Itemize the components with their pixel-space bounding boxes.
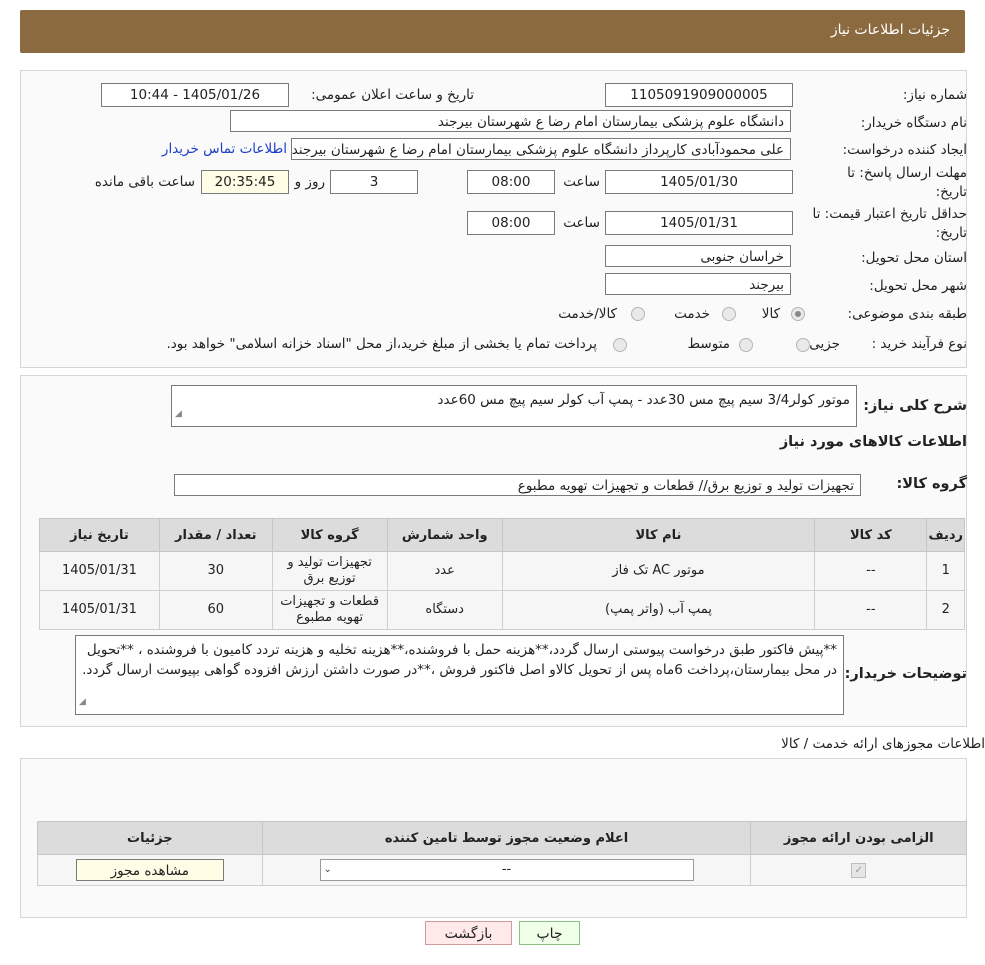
deadline-label-date: تاریخ: bbox=[935, 184, 967, 200]
licenses-table-header: الزامی بودن ارائه مجوز اعلام وضعیت مجوز … bbox=[37, 821, 967, 855]
col-license-required-header: الزامی بودن ارائه مجوز bbox=[750, 821, 967, 855]
category-radio-service[interactable] bbox=[722, 307, 736, 321]
validity-date-field: 1405/01/31 bbox=[605, 211, 793, 235]
summary-label: شرح کلی نیاز: bbox=[863, 398, 967, 414]
category-option-goods: کالا bbox=[761, 306, 780, 322]
goods-code: -- bbox=[814, 551, 928, 591]
need-number-label: شماره نیاز: bbox=[902, 87, 967, 103]
license-status-cell: -- ⌄ bbox=[261, 854, 752, 886]
remaining-time-label: ساعت باقی مانده bbox=[94, 174, 195, 190]
chevron-down-icon: ⌄ bbox=[323, 864, 332, 875]
goods-table-header: ردیف کد کالا نام کالا واحد شمارش گروه کا… bbox=[39, 518, 965, 552]
requester-field: علی محمودآبادی کارپرداز دانشگاه علوم پزش… bbox=[291, 138, 791, 160]
row-index: 2 bbox=[926, 590, 965, 630]
days-remaining-field: 3 bbox=[330, 170, 418, 194]
category-radio-goods-service[interactable] bbox=[631, 307, 645, 321]
col-name-header: نام کالا bbox=[501, 518, 816, 552]
requester-label: ایجاد کننده درخواست: bbox=[842, 142, 967, 158]
province-field: خراسان جنوبی bbox=[605, 245, 791, 267]
goods-code: -- bbox=[814, 590, 928, 630]
buyer-org-field: دانشگاه علوم پزشکی بیمارستان امام رضا ع … bbox=[230, 110, 791, 132]
process-option-small: جزیی bbox=[809, 336, 840, 352]
summary-text: موتور کولر3/4 سیم پیچ مس 30عدد - پمپ آب … bbox=[437, 392, 850, 408]
process-radio-medium[interactable] bbox=[739, 338, 753, 352]
license-required-checkbox[interactable]: ✓ bbox=[851, 863, 867, 878]
view-license-button[interactable]: مشاهده مجوز bbox=[75, 859, 224, 881]
process-radio-treasury[interactable] bbox=[613, 338, 627, 352]
goods-group-field: تجهیزات تولید و توزیع برق// قطعات و تجهی… bbox=[174, 474, 861, 496]
buyer-notes-textarea: **پیش فاکتور طبق درخواست پیوستی ارسال گر… bbox=[75, 635, 844, 715]
process-note: پرداخت تمام یا بخشی از مبلغ خرید،از محل … bbox=[166, 336, 597, 352]
goods-date: 1405/01/31 bbox=[39, 590, 160, 630]
announce-label: تاریخ و ساعت اعلان عمومی: bbox=[311, 87, 474, 103]
process-option-medium: متوسط bbox=[687, 336, 730, 352]
remaining-time-field: 20:35:45 bbox=[201, 170, 289, 194]
resize-handle-icon[interactable]: ◢ bbox=[175, 404, 182, 424]
goods-group-label: گروه کالا: bbox=[896, 476, 967, 492]
deadline-date-field: 1405/01/30 bbox=[605, 170, 793, 194]
license-required-cell: ✓ bbox=[750, 854, 967, 886]
validity-time-field: 08:00 bbox=[467, 211, 555, 235]
col-code-header: کد کالا bbox=[814, 518, 928, 552]
resize-handle-icon[interactable]: ◢ bbox=[79, 692, 86, 712]
license-status-value: -- bbox=[501, 862, 512, 877]
deadline-label: مهلت ارسال پاسخ: تا bbox=[847, 165, 967, 181]
deadline-time-field: 08:00 bbox=[467, 170, 555, 194]
city-label: شهر محل تحویل: bbox=[869, 278, 967, 294]
print-button[interactable]: چاپ bbox=[519, 921, 580, 945]
table-row: ✓ -- ⌄ مشاهده مجوز bbox=[37, 854, 967, 886]
table-row: 1 -- موتور AC تک فاز عدد تجهیزات تولید و… bbox=[39, 551, 965, 591]
goods-date: 1405/01/31 bbox=[39, 551, 160, 591]
table-row: 2 -- پمپ آب (واتر پمپ) دستگاه قطعات و تج… bbox=[39, 590, 965, 630]
category-radio-goods[interactable] bbox=[791, 307, 805, 321]
validity-label-date: تاریخ: bbox=[935, 225, 967, 241]
goods-qty: 60 bbox=[158, 590, 273, 630]
buyer-notes-label: توضیحات خریدار: bbox=[844, 666, 967, 682]
buyer-contact-link[interactable]: اطلاعات تماس خریدار bbox=[162, 141, 287, 157]
goods-qty: 30 bbox=[158, 551, 273, 591]
licenses-title: اطلاعات مجوزهای ارائه خدمت / کالا bbox=[781, 736, 985, 752]
buyer-notes-text: **پیش فاکتور طبق درخواست پیوستی ارسال گر… bbox=[82, 642, 837, 678]
col-unit-header: واحد شمارش bbox=[386, 518, 503, 552]
licenses-table: الزامی بودن ارائه مجوز اعلام وضعیت مجوز … bbox=[37, 821, 967, 886]
row-index: 1 bbox=[926, 551, 965, 591]
goods-info-title: اطلاعات کالاهای مورد نیاز bbox=[779, 434, 967, 450]
col-date-header: تاریخ نیاز bbox=[39, 518, 160, 552]
city-field: بیرجند bbox=[605, 273, 791, 295]
col-group-header: گروه کالا bbox=[271, 518, 388, 552]
license-details-cell: مشاهده مجوز bbox=[37, 854, 263, 886]
category-option-goods-service: کالا/خدمت bbox=[558, 306, 617, 322]
page-header: جزئیات اطلاعات نیاز bbox=[20, 10, 965, 53]
process-label: نوع فرآیند خرید : bbox=[871, 336, 967, 352]
col-qty-header: تعداد / مقدار bbox=[158, 518, 273, 552]
buyer-org-label: نام دستگاه خریدار: bbox=[860, 115, 967, 131]
goods-name: پمپ آب (واتر پمپ) bbox=[501, 590, 816, 630]
validity-label: حداقل تاریخ اعتبار قیمت: تا bbox=[812, 206, 967, 222]
validity-time-label: ساعت bbox=[563, 215, 600, 231]
goods-name: موتور AC تک فاز bbox=[501, 551, 816, 591]
goods-unit: عدد bbox=[386, 551, 503, 591]
days-label: روز و bbox=[294, 174, 325, 190]
goods-group: تجهیزات تولید و توزیع برق bbox=[271, 551, 388, 591]
back-button[interactable]: بازگشت bbox=[425, 921, 512, 945]
license-status-select[interactable]: -- ⌄ bbox=[319, 859, 694, 881]
category-option-service: خدمت bbox=[674, 306, 710, 322]
deadline-time-label: ساعت bbox=[563, 174, 600, 190]
need-number-field: 1105091909000005 bbox=[605, 83, 793, 107]
col-row-header: ردیف bbox=[926, 518, 965, 552]
col-license-details-header: جزئیات bbox=[37, 821, 263, 855]
announce-datetime-field: 1405/01/26 - 10:44 bbox=[101, 83, 289, 107]
goods-group: قطعات و تجهیزات تهویه مطبوع bbox=[271, 590, 388, 630]
process-radio-small[interactable] bbox=[796, 338, 810, 352]
province-label: استان محل تحویل: bbox=[861, 250, 967, 266]
goods-table: ردیف کد کالا نام کالا واحد شمارش گروه کا… bbox=[39, 518, 965, 630]
summary-textarea: موتور کولر3/4 سیم پیچ مس 30عدد - پمپ آب … bbox=[171, 385, 857, 427]
col-license-status-header: اعلام وضعیت مجوز توسط تامین کننده bbox=[261, 821, 752, 855]
category-label: طبقه بندی موضوعی: bbox=[847, 306, 967, 322]
goods-unit: دستگاه bbox=[386, 590, 503, 630]
page-title: جزئیات اطلاعات نیاز bbox=[830, 22, 950, 38]
